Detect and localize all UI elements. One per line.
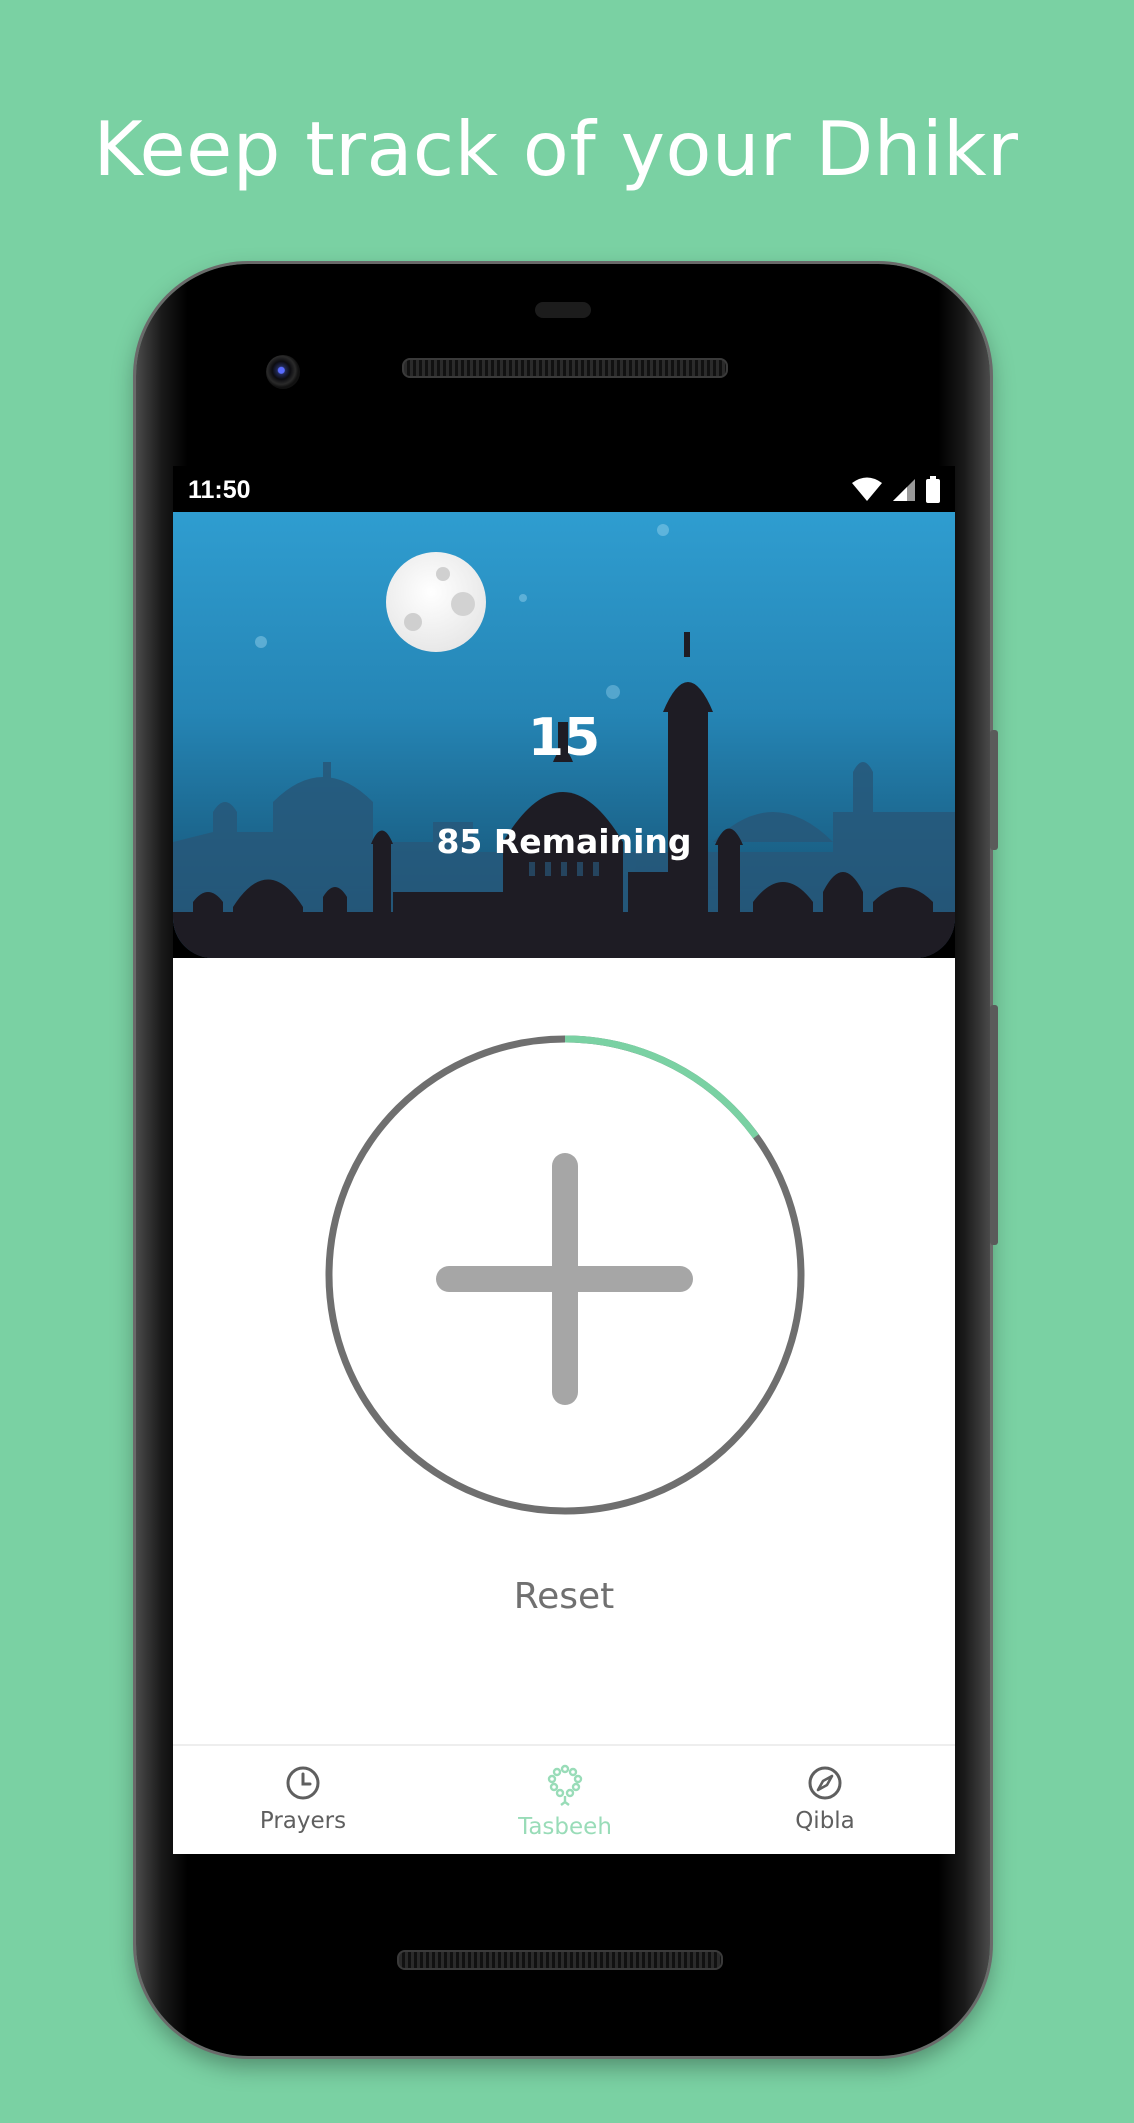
nav-label-prayers: Prayers xyxy=(259,1808,347,1834)
nav-item-qibla[interactable]: Qibla xyxy=(725,1764,925,1834)
moon-icon xyxy=(386,552,486,652)
compass-icon xyxy=(808,1766,842,1800)
tasbeeh-main: Reset xyxy=(173,958,955,1784)
tasbeeh-count: 15 xyxy=(527,708,601,768)
increment-counter-button[interactable] xyxy=(324,1034,806,1516)
earpiece xyxy=(535,302,591,318)
battery-icon xyxy=(926,476,940,503)
nav-label-qibla: Qibla xyxy=(795,1808,855,1834)
nav-item-prayers[interactable]: Prayers xyxy=(203,1764,403,1834)
clock-icon xyxy=(286,1766,320,1800)
status-bar: 11:50 xyxy=(173,466,955,512)
phone-volume-button xyxy=(990,1005,998,1245)
phone-screen: 11:50 15 85 Remaining Reset Prayers Tasb… xyxy=(173,466,955,1854)
bottom-navigation: Prayers Tasbeeh Qibla xyxy=(173,1744,955,1854)
headline: Keep track of your Dhikr xyxy=(93,105,1019,193)
signal-icon xyxy=(893,479,915,501)
wifi-icon xyxy=(852,477,882,501)
front-camera xyxy=(266,355,300,389)
bottom-speaker-grille xyxy=(397,1950,723,1970)
prayer-beads-icon xyxy=(547,1764,583,1806)
counter-header: 15 85 Remaining xyxy=(173,512,955,958)
remaining-count: 85 Remaining xyxy=(436,822,692,861)
reset-button[interactable]: Reset xyxy=(173,1576,955,1617)
status-time: 11:50 xyxy=(188,476,251,504)
nav-item-tasbeeh[interactable]: Tasbeeh xyxy=(465,1764,665,1840)
nav-label-tasbeeh: Tasbeeh xyxy=(518,1814,612,1840)
phone-power-button xyxy=(990,730,998,850)
top-speaker-grille xyxy=(402,358,728,378)
